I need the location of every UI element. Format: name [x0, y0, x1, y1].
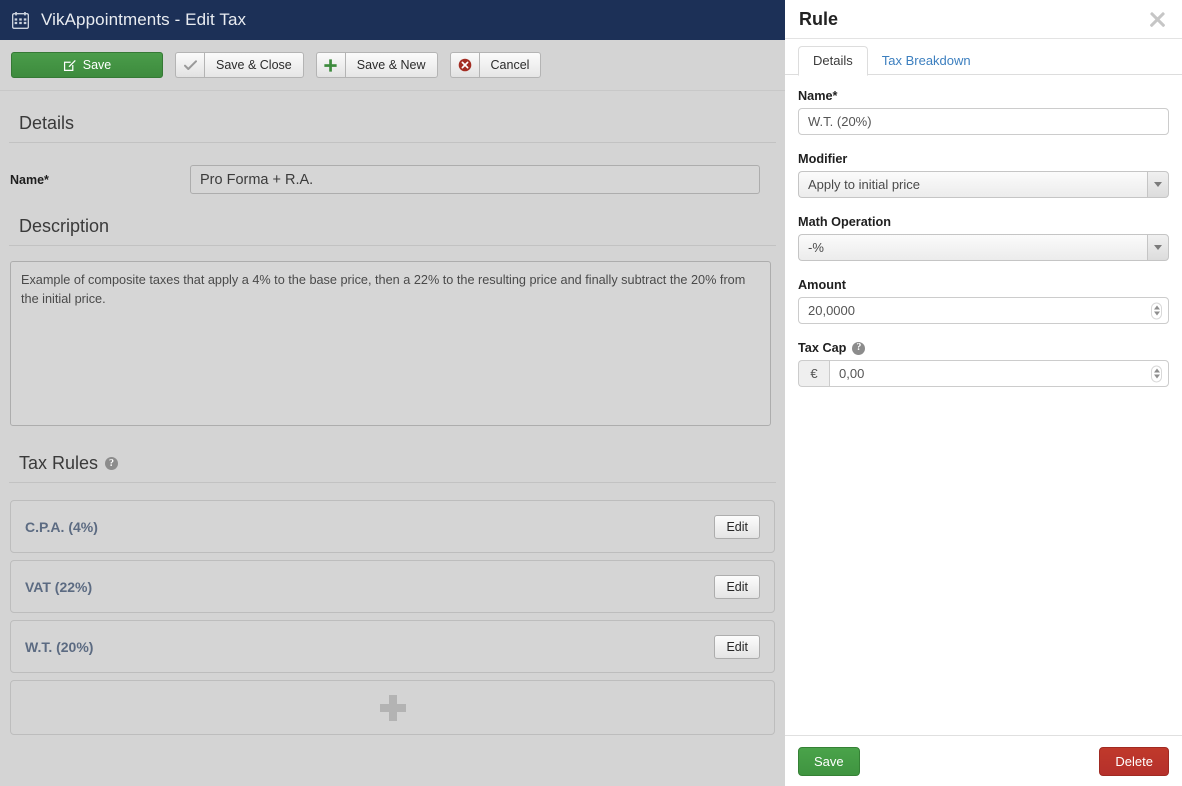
rule-tax-cap-group: €	[798, 360, 1169, 387]
edit-tax-window: VikAppointments - Edit Tax Save Save & C…	[0, 0, 1182, 786]
rule-panel-header: Rule	[785, 0, 1182, 39]
question-mark-icon[interactable]: ?	[105, 457, 119, 470]
rule-math-operation-value[interactable]: -%	[798, 234, 1147, 261]
rule-panel-tabs: Details Tax Breakdown	[785, 39, 1182, 76]
description-textarea[interactable]	[10, 261, 771, 426]
rule-modifier-select[interactable]: Apply to initial price	[798, 171, 1169, 198]
rule-modifier-label: Modifier	[798, 152, 848, 166]
spinner-icon[interactable]	[1151, 302, 1162, 319]
rule-name-label: Name*	[798, 89, 838, 103]
rule-panel-footer: Save Delete	[785, 735, 1182, 786]
rule-amount-input[interactable]	[798, 297, 1169, 324]
save-button[interactable]: Save	[11, 52, 163, 78]
edit-button[interactable]: Edit	[714, 514, 760, 539]
rule-delete-button[interactable]: Delete	[1099, 746, 1169, 776]
currency-symbol: €	[798, 360, 829, 387]
question-mark-icon[interactable]: ?	[852, 341, 866, 355]
rule-math-operation-field: Math Operation -%	[798, 215, 1169, 261]
save-new-label: Save & New	[344, 52, 438, 78]
main-content-pane: VikAppointments - Edit Tax Save Save & C…	[0, 0, 785, 786]
window-titlebar: VikAppointments - Edit Tax	[0, 0, 785, 40]
chevron-down-icon[interactable]	[1147, 171, 1169, 198]
rule-tax-cap-label: Tax Cap ?	[798, 341, 1169, 355]
tax-rules-title-text: Tax Rules	[19, 453, 99, 473]
plus-icon	[379, 694, 406, 721]
description-section-title: Description	[9, 194, 776, 246]
rule-amount-field: Amount	[798, 278, 1169, 324]
tax-name-label: Name*	[10, 172, 49, 187]
tax-rules-section: Tax Rules ?	[0, 431, 785, 483]
details-section: Details	[0, 91, 785, 143]
tax-name-input[interactable]	[190, 165, 760, 194]
tax-rules-list: C.P.A. (4%) Edit VAT (22%) Edit W.T. (20…	[10, 500, 775, 735]
spinner-icon[interactable]	[1151, 365, 1162, 382]
close-icon[interactable]	[1146, 8, 1168, 30]
rule-math-operation-label: Math Operation	[798, 215, 892, 229]
save-button-label: Save	[82, 58, 112, 72]
cancel-button[interactable]: Cancel	[449, 52, 542, 78]
pencil-square-icon	[63, 59, 76, 71]
add-tax-rule-button[interactable]	[10, 680, 775, 735]
edit-button[interactable]: Edit	[714, 634, 760, 659]
tab-tax-breakdown[interactable]: Tax Breakdown	[868, 47, 985, 75]
rule-save-button[interactable]: Save	[798, 746, 860, 776]
rule-side-panel: Rule Details Tax Breakdown Name* Modifie…	[785, 0, 1182, 786]
details-section-title: Details	[9, 91, 776, 143]
tax-rule-label: W.T. (20%)	[25, 638, 94, 655]
rule-math-operation-select[interactable]: -%	[798, 234, 1169, 261]
plus-icon	[315, 52, 345, 78]
save-close-label: Save & Close	[204, 52, 304, 78]
edit-button[interactable]: Edit	[714, 574, 760, 599]
table-row[interactable]: C.P.A. (4%) Edit	[10, 500, 775, 553]
save-new-button[interactable]: Save & New	[315, 52, 438, 78]
rule-tax-cap-field: Tax Cap ? €	[798, 341, 1169, 387]
cancel-label: Cancel	[478, 52, 542, 78]
table-row[interactable]: W.T. (20%) Edit	[10, 620, 775, 673]
rule-tax-cap-input[interactable]	[829, 360, 1169, 387]
check-icon	[175, 52, 204, 78]
save-close-button[interactable]: Save & Close	[175, 52, 304, 78]
tax-rules-section-title: Tax Rules ?	[9, 431, 776, 483]
toolbar: Save Save & Close Save & New Cancel	[0, 40, 785, 91]
rule-panel-body: Name* Modifier Apply to initial price Ma…	[785, 75, 1182, 735]
rule-panel-title: Rule	[799, 8, 839, 29]
calendar-icon	[12, 11, 29, 29]
rule-amount-label: Amount	[798, 278, 846, 292]
rule-name-field: Name*	[798, 89, 1169, 135]
table-row[interactable]: VAT (22%) Edit	[10, 560, 775, 613]
tax-name-field-row: Name*	[10, 143, 775, 194]
rule-tax-cap-label-text: Tax Cap	[798, 341, 847, 355]
tab-details[interactable]: Details	[798, 46, 868, 76]
rule-modifier-value[interactable]: Apply to initial price	[798, 171, 1147, 198]
tax-rule-label: VAT (22%)	[25, 578, 93, 595]
description-section: Description	[0, 194, 785, 246]
chevron-down-icon[interactable]	[1147, 234, 1169, 261]
rule-modifier-field: Modifier Apply to initial price	[798, 152, 1169, 198]
times-circle-icon	[449, 52, 479, 78]
rule-name-input[interactable]	[798, 108, 1169, 135]
window-title: VikAppointments - Edit Tax	[41, 10, 247, 29]
tax-rule-label: C.P.A. (4%)	[25, 518, 98, 535]
